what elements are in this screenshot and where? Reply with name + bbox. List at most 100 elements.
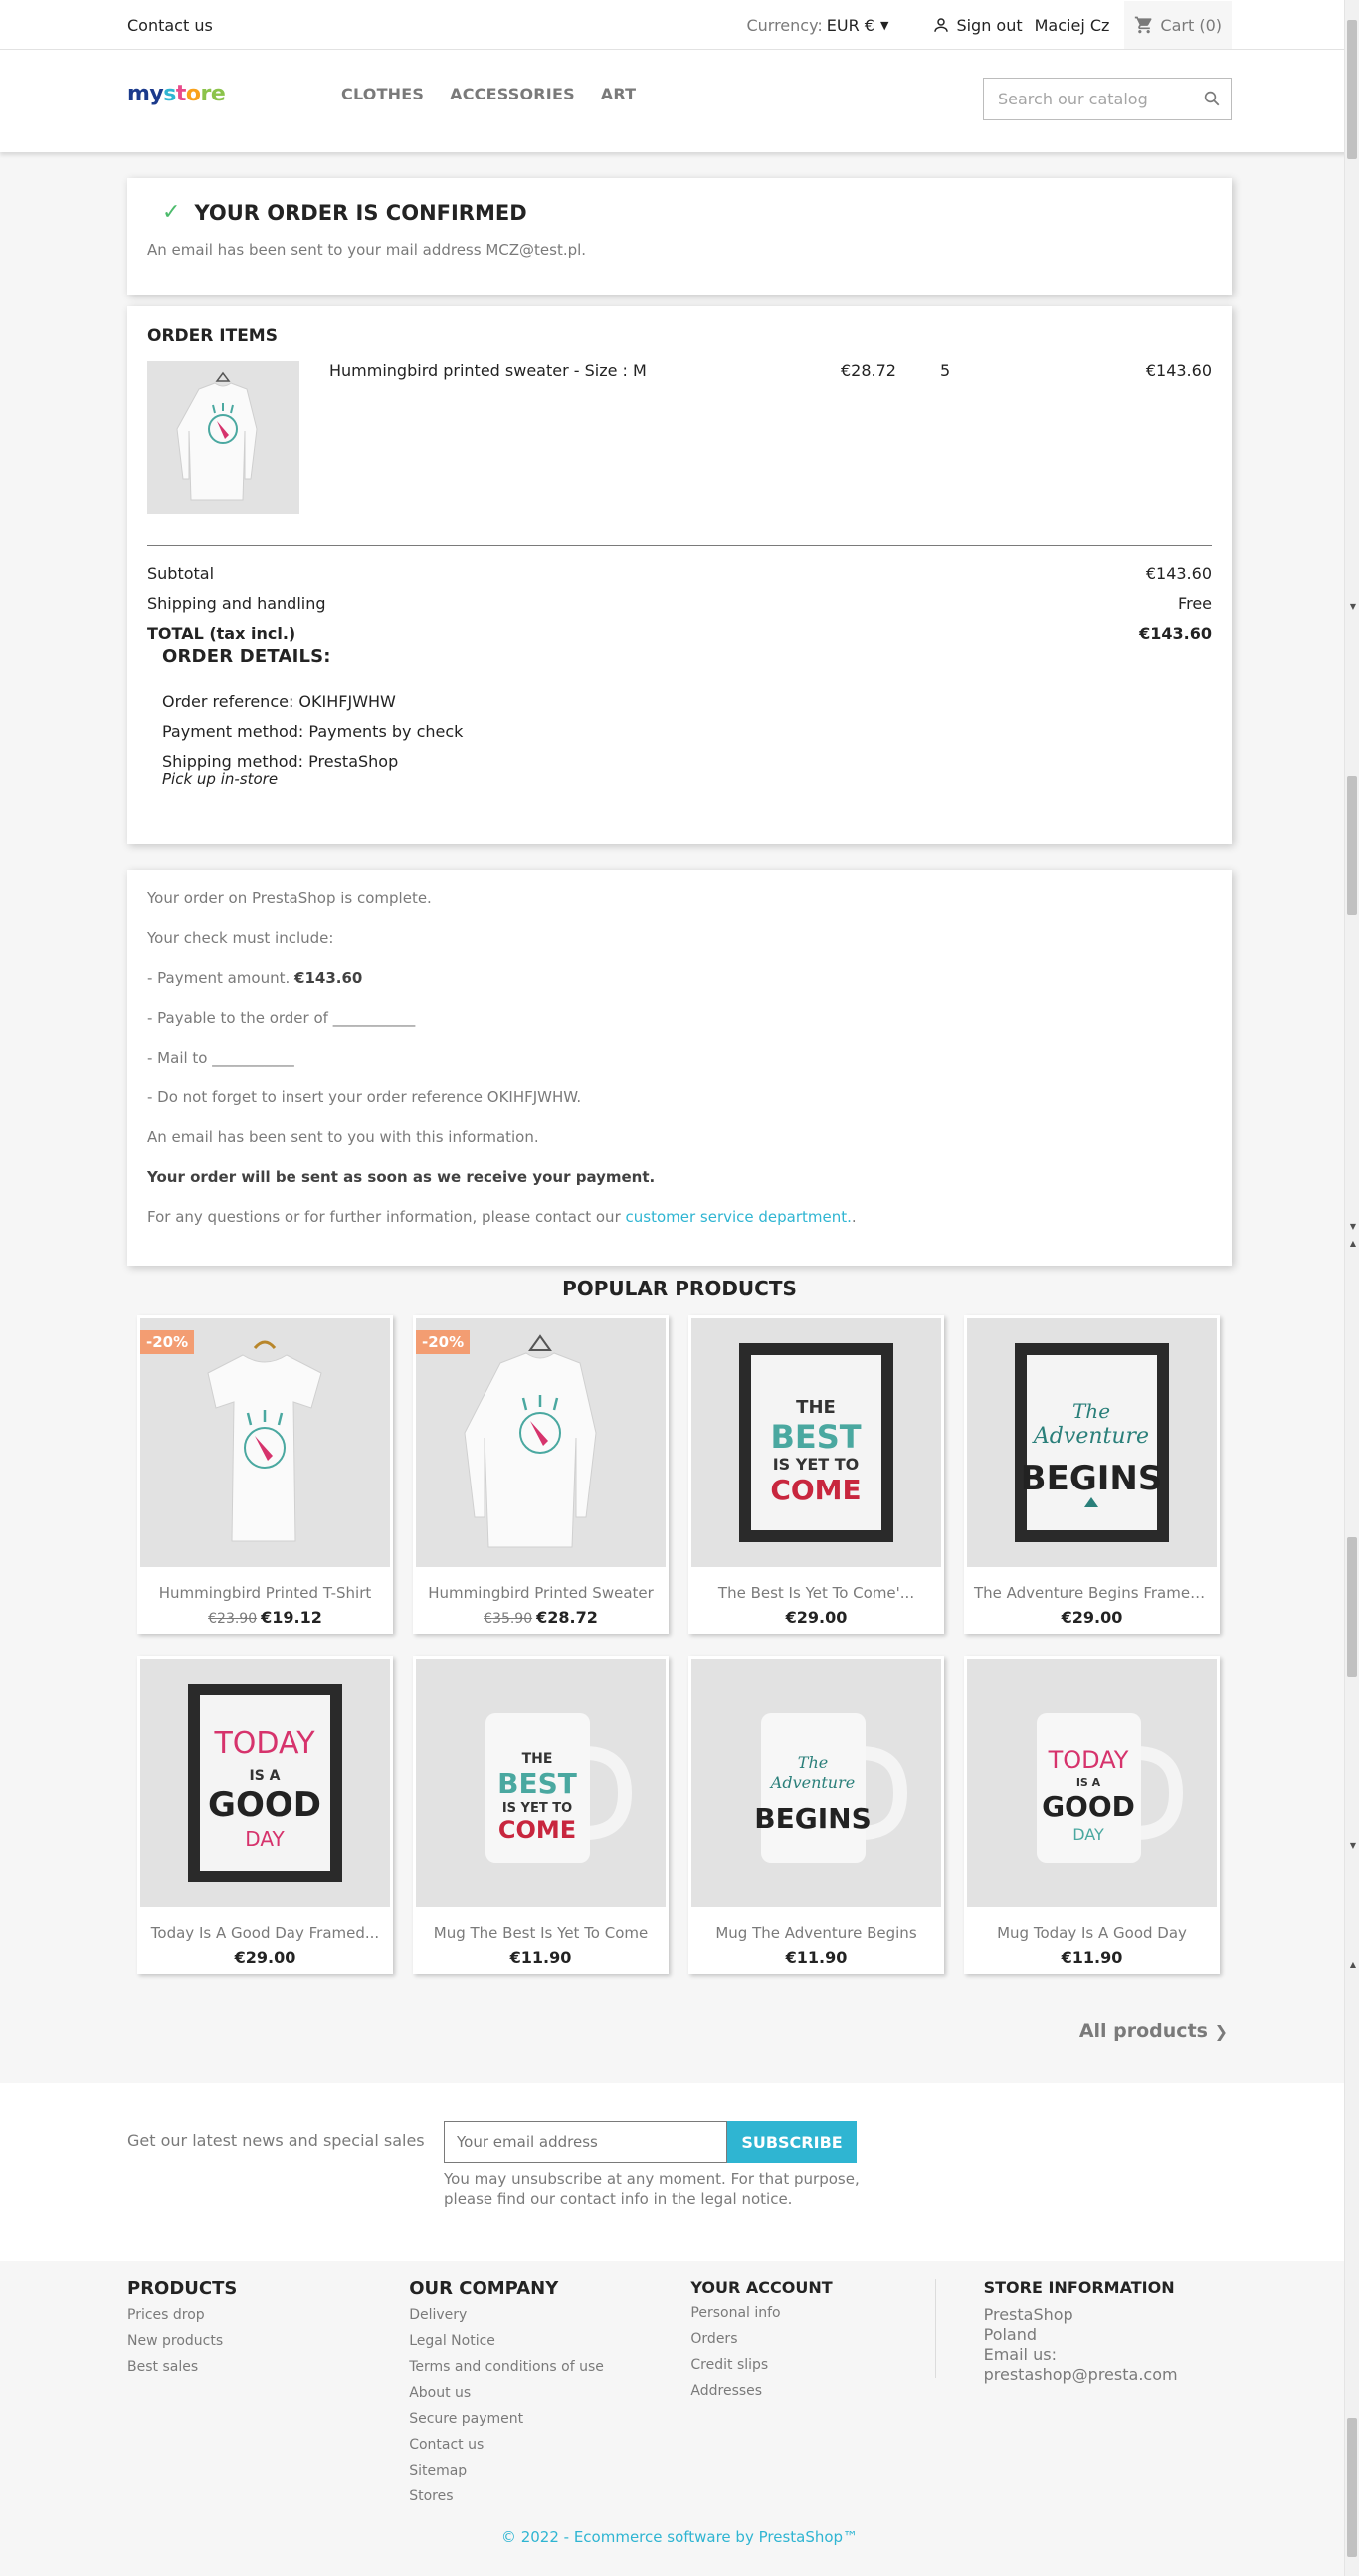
search-input[interactable]: [998, 89, 1203, 108]
product-name[interactable]: Mug Today Is A Good Day: [964, 1924, 1220, 1948]
svg-text:The: The: [1072, 1399, 1110, 1423]
subscribe-button[interactable]: SUBSCRIBE: [727, 2121, 857, 2163]
page-scrollbar[interactable]: ▼ ▼ ▲ ▼ ▲: [1344, 0, 1359, 2576]
scroll-up-icon[interactable]: ▲: [1350, 1960, 1356, 1969]
sign-out-link[interactable]: Sign out: [932, 16, 1023, 35]
menu-item-art[interactable]: ART: [601, 85, 637, 103]
footer-link[interactable]: Contact us: [409, 2437, 690, 2463]
product-card[interactable]: -20% Hummingbird Printed T-Shirt €23.90 €…: [137, 1315, 393, 1634]
product-card[interactable]: The Adventure BEGINS The Adventure Begin…: [964, 1315, 1220, 1634]
currency-value: EUR €: [826, 15, 874, 35]
scroll-up-icon[interactable]: ▲: [1350, 1239, 1356, 1248]
product-name[interactable]: The Adventure Begins Framed...: [964, 1584, 1220, 1608]
scroll-down-icon[interactable]: ▼: [1350, 1841, 1356, 1850]
product-price: €11.90: [688, 1948, 944, 1967]
scroll-down-icon[interactable]: ▼: [1350, 1222, 1356, 1231]
all-products-link[interactable]: All products ❯: [127, 2020, 1232, 2042]
menu-item-clothes[interactable]: CLOTHES: [341, 85, 424, 103]
search-icon[interactable]: [1203, 90, 1221, 107]
cart-button[interactable]: Cart (0): [1124, 1, 1232, 49]
product-name[interactable]: Hummingbird Printed Sweater: [413, 1584, 669, 1608]
scrollbar-thumb[interactable]: [1347, 20, 1357, 159]
product-image: [147, 361, 299, 514]
newsletter-form: SUBSCRIBE: [444, 2121, 862, 2163]
currency-selector[interactable]: Currency: EUR € ▼: [746, 16, 888, 35]
product-name[interactable]: The Best Is Yet To Come'...: [688, 1584, 944, 1608]
product-card[interactable]: THE BEST IS YET TO COME Mug The Best Is …: [413, 1656, 669, 1974]
contact-link[interactable]: Contact us: [127, 16, 213, 35]
footer-link[interactable]: Best sales: [127, 2359, 409, 2385]
product-name[interactable]: Mug The Best Is Yet To Come: [413, 1924, 669, 1948]
subtotal-label: Subtotal: [147, 564, 215, 583]
product-card[interactable]: TODAY IS A GOOD DAY Today Is A Good Day …: [137, 1656, 393, 1974]
footer-link[interactable]: Sitemap: [409, 2463, 690, 2488]
product-name[interactable]: Today Is A Good Day Framed...: [137, 1924, 393, 1948]
scrollbar-thumb[interactable]: [1347, 776, 1357, 915]
product-name[interactable]: Mug The Adventure Begins: [688, 1924, 944, 1948]
product-card[interactable]: TODAY IS A GOOD DAY Mug Today Is A Good …: [964, 1656, 1220, 1974]
svg-text:BEST: BEST: [497, 1767, 577, 1800]
svg-text:TODAY: TODAY: [1048, 1746, 1129, 1774]
product-thumbnail[interactable]: The Adventure BEGINS: [967, 1318, 1217, 1567]
order-details-list: Order reference: OKIHFJWHW Payment metho…: [162, 693, 1212, 788]
product-thumbnail[interactable]: The Adventure BEGINS: [691, 1659, 941, 1907]
order-items-title: ORDER ITEMS: [147, 326, 278, 346]
product-thumbnail[interactable]: THE BEST IS YET TO COME: [691, 1318, 941, 1567]
footer-link[interactable]: Orders: [690, 2331, 972, 2357]
store-email-link[interactable]: prestashop@presta.com: [984, 2365, 1232, 2385]
footer-link[interactable]: Terms and conditions of use: [409, 2359, 690, 2385]
copyright[interactable]: © 2022 - Ecommerce software by PrestaSho…: [0, 2528, 1359, 2546]
product-old-price: €23.90: [208, 1611, 258, 1627]
product-thumbnail[interactable]: -20%: [416, 1318, 666, 1567]
framed-poster-image: TODAY IS A GOOD DAY: [140, 1659, 390, 1907]
account-link[interactable]: Maciej Cz: [1035, 16, 1110, 35]
footer-link[interactable]: Credit slips: [690, 2357, 972, 2383]
scroll-down-icon[interactable]: ▼: [1350, 602, 1356, 611]
contact-prefix: For any questions or for further informa…: [147, 1208, 626, 1226]
svg-text:BEST: BEST: [770, 1418, 861, 1456]
product-price: €11.90: [964, 1948, 1220, 1967]
product-name[interactable]: Hummingbird Printed T-Shirt: [137, 1584, 393, 1608]
order-confirmation-card: ✓ YOUR ORDER IS CONFIRMED An email has b…: [127, 178, 1232, 295]
product-thumbnail[interactable]: -20%: [140, 1318, 390, 1567]
store-logo[interactable]: my s t o re: [127, 82, 341, 106]
footer-link[interactable]: About us: [409, 2385, 690, 2411]
scrollbar-thumb[interactable]: [1347, 2418, 1357, 2557]
footer-link[interactable]: New products: [127, 2333, 409, 2359]
product-price: €29.00: [688, 1608, 944, 1627]
product-thumbnail[interactable]: TODAY IS A GOOD DAY: [967, 1659, 1217, 1907]
product-thumbnail[interactable]: TODAY IS A GOOD DAY: [140, 1659, 390, 1907]
item-name[interactable]: Hummingbird printed sweater - Size : M: [329, 361, 647, 380]
discount-badge: -20%: [140, 1330, 195, 1354]
footer-link[interactable]: Stores: [409, 2488, 690, 2514]
product-current-price: €28.72: [536, 1608, 598, 1627]
product-card[interactable]: -20% Hummingbird Printed Sweater €35.90 €…: [413, 1315, 669, 1634]
main-menu: CLOTHES ACCESSORIES ART: [341, 85, 662, 103]
footer-link[interactable]: Delivery: [409, 2307, 690, 2333]
logo-text-part: re: [200, 82, 226, 106]
product-thumbnail[interactable]: THE BEST IS YET TO COME: [416, 1659, 666, 1907]
scrollbar-thumb[interactable]: [1347, 1537, 1357, 1677]
caret-down-icon: ▼: [879, 18, 889, 32]
tshirt-image: [140, 1318, 390, 1567]
discount-badge: -20%: [416, 1330, 471, 1354]
footer-products-column: PRODUCTS Prices drop New products Best s…: [127, 2279, 409, 2514]
footer-link[interactable]: Personal info: [690, 2305, 972, 2331]
product-card[interactable]: The Adventure BEGINS Mug The Adventure B…: [688, 1656, 944, 1974]
svg-text:GOOD: GOOD: [208, 1785, 321, 1825]
menu-item-accessories[interactable]: ACCESSORIES: [450, 85, 575, 103]
customer-service-link[interactable]: customer service department.: [626, 1208, 852, 1226]
reference-reminder: - Do not forget to insert your order ref…: [147, 1089, 582, 1106]
footer-link[interactable]: Secure payment: [409, 2411, 690, 2437]
footer-link[interactable]: Addresses: [690, 2383, 972, 2409]
footer-account-title[interactable]: YOUR ACCOUNT: [690, 2279, 972, 2297]
footer-link[interactable]: Legal Notice: [409, 2333, 690, 2359]
footer-link[interactable]: Prices drop: [127, 2307, 409, 2333]
product-card[interactable]: THE BEST IS YET TO COME The Best Is Yet …: [688, 1315, 944, 1634]
store-line: Email us:: [983, 2345, 1057, 2364]
svg-text:IS YET TO: IS YET TO: [502, 1801, 572, 1816]
newsletter-email-input[interactable]: [444, 2121, 727, 2163]
svg-text:IS A: IS A: [1076, 1776, 1101, 1789]
sent-notice-text: Your order will be sent as soon as we re…: [147, 1168, 656, 1186]
payment-instructions-card: Your order on PrestaShop is complete. Yo…: [127, 870, 1232, 1266]
